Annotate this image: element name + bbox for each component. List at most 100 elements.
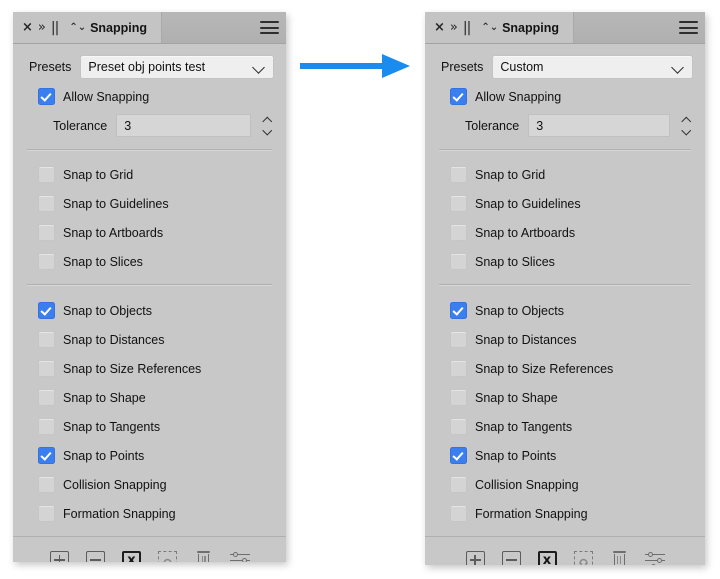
close-icon[interactable]: × [22,21,33,34]
tolerance-input[interactable]: 3 [528,114,670,137]
list-item[interactable]: Formation Snapping [425,499,705,528]
arrow-shaft [300,63,385,69]
snap-to-guidelines-label: Snap to Guidelines [475,196,581,211]
panel-menu-button[interactable] [671,12,705,43]
delete-button[interactable] [609,550,630,565]
list-item[interactable]: Snap to Size References [13,354,286,383]
close-icon[interactable]: × [434,21,445,34]
snap-to-guidelines-checkbox[interactable] [450,195,467,212]
list-item[interactable]: Snap to Slices [425,247,705,276]
list-item[interactable]: Snap to Points [13,441,286,470]
snap-to-grid-checkbox[interactable] [450,166,467,183]
allow-snapping-row[interactable]: Allow Snapping [13,79,286,105]
magnet-selection-button[interactable] [573,550,594,565]
collapse-icon[interactable]: » [38,21,46,34]
screenshot-stage: × » || ⌃⌄ Snapping Presets Preset obj po… [0,0,720,579]
list-item[interactable]: Snap to Grid [13,160,286,189]
tab-snapping[interactable]: ⌃⌄ Snapping [64,12,163,43]
list-item[interactable]: Collision Snapping [13,470,286,499]
snap-group-objects: Snap to Objects Snap to Distances Snap t… [13,286,286,536]
clear-preset-button[interactable]: x [537,550,558,565]
list-item[interactable]: Snap to Distances [13,325,286,354]
tolerance-stepper[interactable] [679,116,693,136]
list-item[interactable]: Snap to Artboards [425,218,705,247]
stepper-up-icon[interactable] [683,117,690,124]
magnet-selection-button[interactable] [157,550,178,562]
snap-to-artboards-checkbox[interactable] [38,224,55,241]
add-preset-button[interactable] [465,550,486,565]
panel-body: Presets Preset obj points test Allow Sna… [13,44,286,562]
list-item[interactable]: Collision Snapping [425,470,705,499]
settings-button[interactable] [229,550,250,562]
list-item[interactable]: Formation Snapping [13,499,286,528]
snap-to-points-checkbox[interactable] [450,447,467,464]
list-item[interactable]: Snap to Shape [425,383,705,412]
grip-icon[interactable]: || [463,21,472,35]
trash-can-icon [612,551,627,565]
grip-icon[interactable]: || [51,21,60,35]
list-item[interactable]: Snap to Objects [425,296,705,325]
snap-to-slices-checkbox[interactable] [450,253,467,270]
collapse-icon[interactable]: » [450,21,458,34]
snap-to-objects-checkbox[interactable] [450,302,467,319]
list-item[interactable]: Snap to Objects [13,296,286,325]
snap-to-tangents-checkbox[interactable] [38,418,55,435]
delete-button[interactable] [193,550,214,562]
snap-to-distances-label: Snap to Distances [475,332,577,347]
snap-to-size-references-checkbox[interactable] [38,360,55,377]
tolerance-stepper[interactable] [260,116,274,136]
snap-to-slices-checkbox[interactable] [38,253,55,270]
stepper-down-icon[interactable] [683,127,690,134]
list-item[interactable]: Snap to Points [425,441,705,470]
list-item[interactable]: Snap to Distances [425,325,705,354]
snap-to-shape-label: Snap to Shape [63,390,146,405]
tolerance-input[interactable]: 3 [116,114,251,137]
collision-snapping-checkbox[interactable] [38,476,55,493]
allow-snapping-checkbox[interactable] [38,88,55,105]
list-item[interactable]: Snap to Shape [13,383,286,412]
allow-snapping-row[interactable]: Allow Snapping [425,79,705,105]
snap-to-distances-checkbox[interactable] [450,331,467,348]
list-item[interactable]: Snap to Size References [425,354,705,383]
snap-to-artboards-checkbox[interactable] [450,224,467,241]
clear-preset-button[interactable]: x [121,550,142,562]
remove-preset-button[interactable] [501,550,522,565]
snap-to-guidelines-checkbox[interactable] [38,195,55,212]
snap-to-slices-label: Snap to Slices [475,254,555,269]
list-item[interactable]: Snap to Artboards [13,218,286,247]
stepper-up-icon[interactable] [264,117,271,124]
add-preset-button[interactable] [49,550,70,562]
panel-footer-toolbar: x [13,536,286,562]
snap-to-shape-checkbox[interactable] [38,389,55,406]
settings-button[interactable] [645,550,666,565]
snap-to-objects-label: Snap to Objects [63,303,152,318]
formation-snapping-checkbox[interactable] [38,505,55,522]
snap-to-objects-checkbox[interactable] [38,302,55,319]
snap-to-shape-checkbox[interactable] [450,389,467,406]
list-item[interactable]: Snap to Guidelines [425,189,705,218]
snap-to-points-checkbox[interactable] [38,447,55,464]
snap-to-distances-label: Snap to Distances [63,332,165,347]
list-item[interactable]: Snap to Slices [13,247,286,276]
stepper-down-icon[interactable] [264,127,271,134]
list-item[interactable]: Snap to Guidelines [13,189,286,218]
allow-snapping-checkbox[interactable] [450,88,467,105]
snap-to-distances-checkbox[interactable] [38,331,55,348]
list-item[interactable]: Snap to Tangents [425,412,705,441]
remove-preset-button[interactable] [85,550,106,562]
list-item[interactable]: Snap to Grid [425,160,705,189]
collision-snapping-checkbox[interactable] [450,476,467,493]
presets-dropdown[interactable]: Custom [492,55,693,79]
allow-snapping-label: Allow Snapping [63,89,150,104]
formation-snapping-checkbox[interactable] [450,505,467,522]
snap-group-basic: Snap to Grid Snap to Guidelines Snap to … [13,151,286,284]
snap-to-tangents-checkbox[interactable] [450,418,467,435]
snap-to-size-references-checkbox[interactable] [450,360,467,377]
tab-snapping[interactable]: ⌃⌄ Snapping [476,12,575,43]
arrow-head [382,54,410,78]
snap-to-grid-checkbox[interactable] [38,166,55,183]
panel-menu-button[interactable] [252,12,286,43]
list-item[interactable]: Snap to Tangents [13,412,286,441]
chevron-down-icon [253,61,266,74]
presets-dropdown[interactable]: Preset obj points test [80,55,274,79]
